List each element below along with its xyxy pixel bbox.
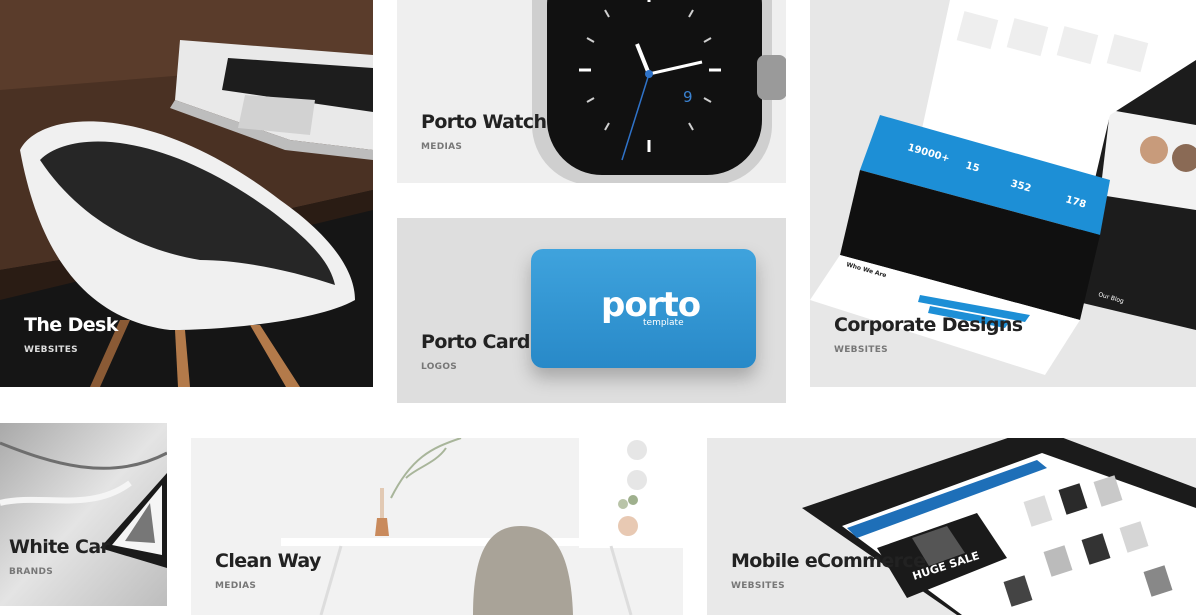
white-car-image xyxy=(0,423,167,606)
item-title: The Desk xyxy=(24,314,118,336)
item-caption: White Car BRANDS xyxy=(9,536,110,577)
portfolio-item-white-car[interactable]: White Car BRANDS xyxy=(0,423,167,606)
item-caption: The Desk WEBSITES xyxy=(24,314,118,355)
item-caption: Porto Card LOGOS xyxy=(421,331,530,372)
item-title: Mobile eCommerce xyxy=(731,550,926,572)
item-title: Porto Card xyxy=(421,331,530,353)
item-category: WEBSITES xyxy=(731,581,785,591)
item-caption: Porto Watch MEDIAS xyxy=(421,111,547,152)
item-category: MEDIAS xyxy=(421,142,463,152)
item-title: Corporate Designs xyxy=(834,314,1023,336)
portfolio-item-the-desk[interactable]: The Desk WEBSITES xyxy=(0,0,373,387)
item-title: Clean Way xyxy=(215,550,321,572)
portfolio-item-mobile-ecommerce[interactable]: HUGE SALE Mobile eCommerce WEBSITES xyxy=(707,438,1196,615)
item-category: BRANDS xyxy=(9,567,54,577)
portfolio-item-corporate-designs[interactable]: 19000+ 15 352 178 Who We Are Our Blog Co… xyxy=(810,0,1196,387)
smartwatch-image: 9 xyxy=(397,0,786,183)
item-caption: Mobile eCommerce WEBSITES xyxy=(731,550,926,591)
item-title: White Car xyxy=(9,536,110,558)
item-caption: Corporate Designs WEBSITES xyxy=(834,314,1023,355)
item-category: MEDIAS xyxy=(215,581,257,591)
porto-sub-text: template xyxy=(643,318,684,328)
item-title: Porto Watch xyxy=(421,111,547,133)
portfolio-item-porto-card[interactable]: porto template Porto Card LOGOS xyxy=(397,218,786,403)
item-category: LOGOS xyxy=(421,362,458,372)
portfolio-item-porto-watch[interactable]: 9 Porto Watch MEDIAS xyxy=(397,0,786,183)
porto-card-image: porto template xyxy=(531,249,756,368)
item-caption: Clean Way MEDIAS xyxy=(215,550,321,591)
item-category: WEBSITES xyxy=(834,345,888,355)
watch-dial-number: 9 xyxy=(683,88,693,106)
item-category: WEBSITES xyxy=(24,345,78,355)
portfolio-item-clean-way[interactable]: Clean Way MEDIAS xyxy=(191,438,683,615)
